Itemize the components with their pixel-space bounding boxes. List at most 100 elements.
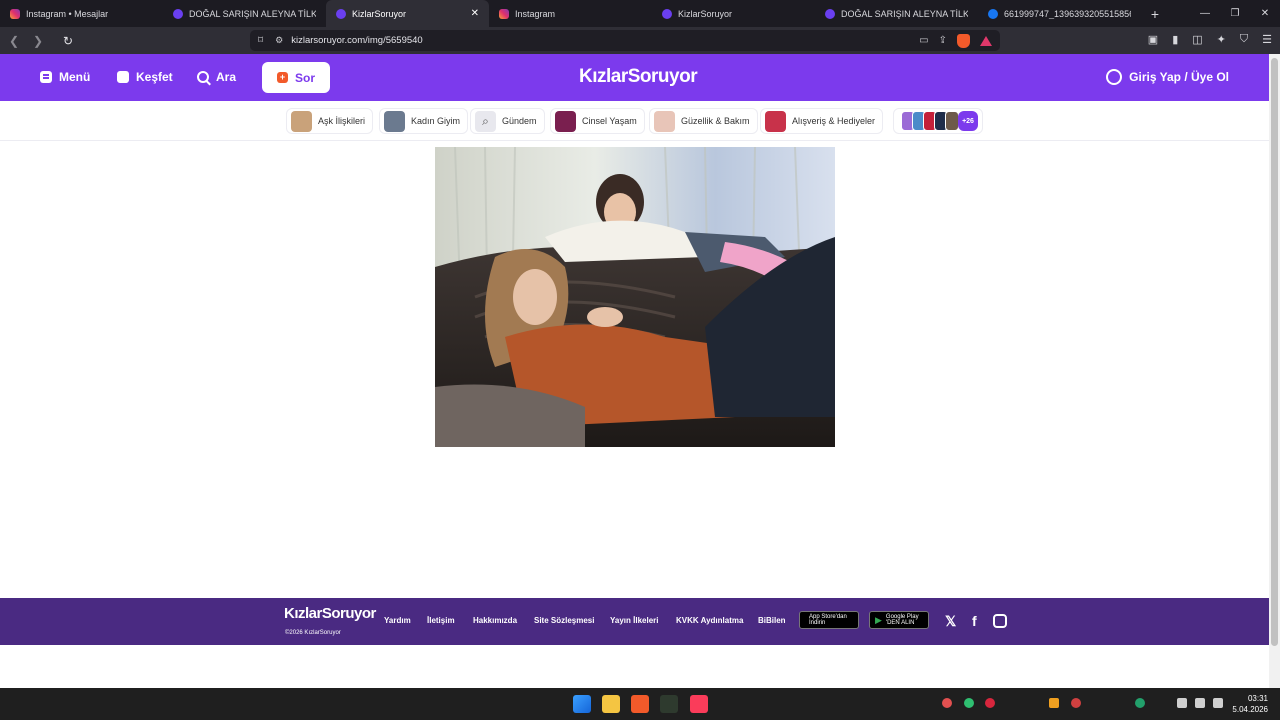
site-info-icon[interactable]: ⚙ <box>275 35 283 46</box>
browser-tab-active[interactable]: KizlarSoruyor ✕ <box>326 0 489 27</box>
share-icon[interactable]: ⇪ <box>939 35 947 46</box>
sidebar-icon[interactable]: ▮ <box>1172 33 1178 46</box>
explore-button[interactable]: Keşfet <box>117 70 173 84</box>
tray-icon[interactable] <box>942 698 952 708</box>
brave-shields-icon[interactable] <box>957 33 970 48</box>
music-app-icon[interactable] <box>690 695 708 713</box>
plus-icon: + <box>276 72 288 83</box>
tray-icon[interactable] <box>1049 698 1059 708</box>
x-twitter-icon[interactable]: 𝕏 <box>945 613 956 630</box>
file-explorer-icon[interactable] <box>602 695 620 713</box>
footer-logo[interactable]: KızlarSoruyor <box>284 605 376 622</box>
footer-link-help[interactable]: Yardım <box>384 616 411 625</box>
menu-icon <box>40 71 52 83</box>
network-icon[interactable] <box>1177 698 1187 708</box>
category-chip[interactable]: Alışveriş & Hediyeler <box>760 108 884 134</box>
brave-rewards-icon[interactable] <box>980 35 992 46</box>
browser-tab[interactable]: DOĞAL SARIŞIN ALEYNA TİLKİ DOĞ <box>163 0 326 27</box>
category-chip[interactable]: Aşk İlişkileri <box>286 108 374 134</box>
browser-tab[interactable]: Instagram <box>489 0 652 27</box>
site-logo[interactable]: KızlarSoruyor <box>579 66 698 88</box>
window-controls: — ❐ ✕ <box>1190 8 1280 19</box>
google-play-icon: ▶ <box>875 614 882 625</box>
category-chip[interactable]: Güzellik & Bakım <box>649 108 758 134</box>
instagram-icon <box>499 8 509 19</box>
bookmark-icon[interactable]: ⌑ <box>258 35 263 46</box>
footer-link-publishing[interactable]: Yayın İlkeleri <box>610 616 658 625</box>
browser-tab[interactable]: DOĞAL SARIŞIN ALEYNA TİLKİ DOĞ <box>815 0 978 27</box>
more-categories-button[interactable]: +26 <box>893 108 983 134</box>
category-chip[interactable]: Cinsel Yaşam <box>550 108 645 134</box>
footer-link-bibilen[interactable]: BiBilen <box>758 616 786 625</box>
back-icon[interactable]: ❮ <box>4 34 24 48</box>
category-bar: Aşk İlişkileri Kadın Giyim ⌕ Gündem Cins… <box>0 101 1269 141</box>
url-text[interactable]: kizlarsoruyor.com/img/5659540 <box>291 35 422 46</box>
category-thumbnail <box>945 111 959 131</box>
category-thumbnail <box>654 110 675 132</box>
reload-icon[interactable]: ↻ <box>58 34 78 48</box>
tabs-search-icon[interactable]: ▣ <box>1148 33 1158 46</box>
site-header: Menü Keşfet Ara + Sor KızlarSoruyor Giri… <box>0 54 1269 101</box>
minimize-icon[interactable]: — <box>1190 8 1220 19</box>
cast-icon[interactable]: ▭ <box>919 35 928 46</box>
browser-tab[interactable]: Instagram • Mesajlar <box>0 0 163 27</box>
close-window-icon[interactable]: ✕ <box>1250 8 1280 19</box>
category-thumbnail <box>384 110 405 132</box>
kizlarsoruyor-icon <box>336 8 346 19</box>
forward-icon[interactable]: ❯ <box>28 34 48 48</box>
tray-icon[interactable] <box>985 698 995 708</box>
new-tab-icon[interactable]: + <box>1145 6 1165 22</box>
hamburger-menu-icon[interactable]: ☰ <box>1262 33 1272 46</box>
windows-start-icon[interactable] <box>573 695 591 713</box>
category-thumbnail <box>765 110 786 132</box>
browser-tab-bar: Instagram • Mesajlar DOĞAL SARIŞIN ALEYN… <box>0 0 1280 27</box>
explore-icon <box>117 71 129 83</box>
wallet-icon[interactable]: ◫ <box>1192 33 1202 46</box>
site-footer: KızlarSoruyor ©2026 KızlarSoruyor Yardım… <box>0 598 1269 645</box>
taskbar-clock[interactable]: 03:31 5.04.2026 <box>1232 693 1268 715</box>
maximize-icon[interactable]: ❐ <box>1220 8 1250 19</box>
page-scrollbar[interactable] <box>1269 54 1280 688</box>
instagram-icon <box>10 8 20 19</box>
footer-link-terms[interactable]: Site Sözleşmesi <box>534 616 594 625</box>
copyright-text: ©2026 KızlarSoruyor <box>285 630 341 636</box>
menu-button[interactable]: Menü <box>40 70 90 84</box>
scrollbar-thumb[interactable] <box>1271 58 1278 646</box>
vpn-icon[interactable]: ⛉ <box>1240 33 1248 46</box>
kizlarsoruyor-icon <box>662 8 672 19</box>
browser-tab[interactable]: KizlarSoruyor <box>652 0 815 27</box>
browser-toolbar: ❮ ❯ ↻ ⌑ ⚙ kizlarsoruyor.com/img/5659540 … <box>0 27 1280 54</box>
search-icon <box>197 71 209 83</box>
app-store-badge[interactable]: App Store'dan İndirin <box>799 611 859 629</box>
kizlarsoruyor-icon <box>825 8 835 19</box>
more-count-badge: +26 <box>958 111 978 131</box>
ask-button[interactable]: + Sor <box>262 62 330 93</box>
instagram-icon[interactable] <box>993 614 1007 628</box>
category-chip[interactable]: Kadın Giyim <box>379 108 469 134</box>
volume-icon[interactable] <box>1195 698 1205 708</box>
category-chip[interactable]: ⌕ Gündem <box>470 108 545 134</box>
tray-icon[interactable] <box>1135 698 1145 708</box>
question-image[interactable] <box>435 147 835 447</box>
google-play-badge[interactable]: ▶ Google Play 'DEN ALIN <box>869 611 929 629</box>
close-tab-icon[interactable]: ✕ <box>471 8 479 19</box>
footer-link-contact[interactable]: İletişim <box>427 616 455 625</box>
leo-ai-icon[interactable]: ✦ <box>1217 33 1226 46</box>
footer-link-kvkk[interactable]: KVKK Aydınlatma <box>676 616 743 625</box>
login-button[interactable]: Giriş Yap / Üye Ol <box>1106 69 1229 85</box>
battery-icon[interactable] <box>1213 698 1223 708</box>
category-thumbnail <box>291 110 312 132</box>
category-thumbnail <box>555 110 576 132</box>
app-icon[interactable] <box>660 695 678 713</box>
address-bar[interactable]: ⌑ ⚙ kizlarsoruyor.com/img/5659540 ▭ ⇪ <box>250 30 1000 51</box>
tray-icon[interactable] <box>1071 698 1081 708</box>
footer-link-about[interactable]: Hakkımızda <box>473 616 517 625</box>
facebook-icon <box>988 8 998 19</box>
search-button[interactable]: Ara <box>197 70 236 84</box>
user-icon <box>1106 69 1123 85</box>
tray-icon[interactable] <box>964 698 974 708</box>
brave-browser-icon[interactable] <box>631 695 649 713</box>
facebook-icon[interactable]: f <box>972 613 977 629</box>
magnifier-icon: ⌕ <box>475 110 496 132</box>
browser-tab[interactable]: 661999747_1396393205515856_493 <box>978 0 1141 27</box>
